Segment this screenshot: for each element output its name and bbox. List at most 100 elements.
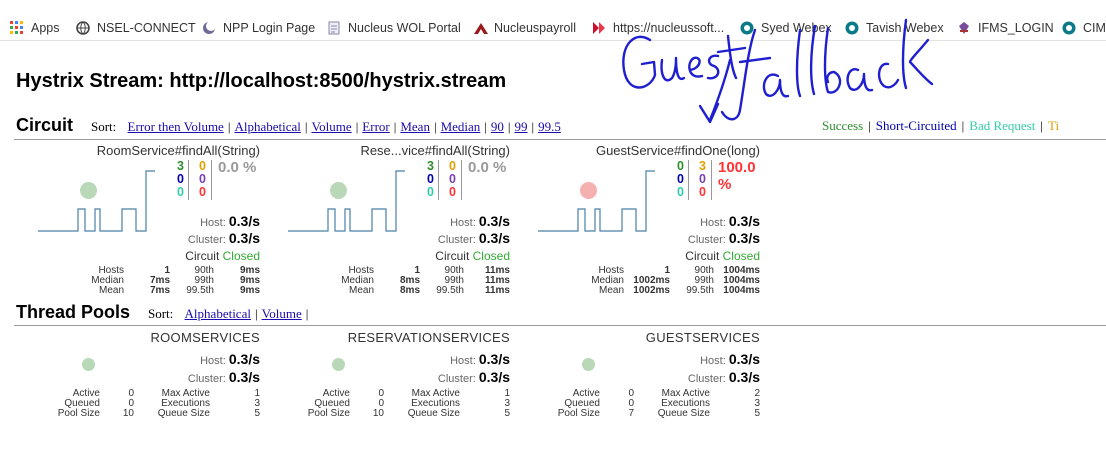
stat-value: 5 <box>504 408 510 419</box>
stat-value: 8ms <box>399 285 420 296</box>
sort-separator: | <box>393 119 397 134</box>
bookmark-nucleus-wol[interactable]: Nucleus WOL Portal <box>327 18 461 38</box>
host-label: Host: <box>700 217 726 229</box>
column-divider <box>188 160 189 200</box>
bookmark-label: Nucleuspayroll <box>494 21 576 35</box>
bookmark-ifms-login[interactable]: IFMS_LOGIN <box>957 18 1054 38</box>
count-value: 0 <box>427 185 434 199</box>
sort-separator: | <box>227 119 231 134</box>
legend-separator: | <box>961 118 965 133</box>
volume-sparkline <box>38 170 155 232</box>
bookmark-apps[interactable]: Apps <box>10 18 60 38</box>
stat-label: Mean <box>598 285 624 296</box>
bookmark-npp-login[interactable]: NPP Login Page <box>202 18 315 38</box>
cluster-rate-value: 0.3/s <box>228 230 260 246</box>
sort-separator: | <box>484 119 487 134</box>
cluster-label: Cluster: <box>187 373 226 385</box>
legend-item: Bad Request <box>969 118 1036 133</box>
host-rate: Host: 0.3/s <box>700 213 760 229</box>
peak-logo-icon <box>473 21 488 35</box>
bookmark-label: NSEL-CONNECT <box>97 21 196 35</box>
cluster-rate-value: 0.3/s <box>478 369 510 385</box>
cluster-label: Cluster: <box>437 234 476 246</box>
stat-label: Queue Size <box>157 408 210 419</box>
circuit-name: Rese...vice#findAll(String) <box>360 143 510 158</box>
pool-labels-right: Max Active Executions Queue Size <box>400 389 460 419</box>
stats-labels-left: Hosts Median Mean <box>320 266 374 296</box>
sort-link[interactable]: Median <box>441 119 481 134</box>
success-count-column: 300 <box>170 160 184 199</box>
pool-labels-left: Active Queued Pool Size <box>50 389 100 419</box>
bookmark-cim[interactable]: CIM <box>1062 18 1106 38</box>
sort-separator: | <box>433 119 437 134</box>
host-rate: Host: 0.3/s <box>700 351 760 367</box>
column-divider <box>461 160 462 200</box>
sort-link[interactable]: Volume <box>262 306 302 321</box>
sort-separator: | <box>507 119 511 134</box>
thread-pool-name: GUESTSERVICES <box>645 330 760 345</box>
sort-link[interactable]: Error then Volume <box>128 119 224 134</box>
stats-labels-left: Hosts Median Mean <box>70 266 124 296</box>
sort-link[interactable]: Volume <box>311 119 351 134</box>
stat-label: Mean <box>98 285 124 296</box>
circuit-status: Circuit Closed <box>185 249 260 263</box>
circuit-state: Closed <box>722 249 760 263</box>
host-rate: Host: 0.3/s <box>200 351 260 367</box>
sort-link[interactable]: Alphabetical <box>185 306 251 321</box>
thread-pool-card: RESERVATIONSERVICES Host: 0.3/s Cluster: 0… <box>260 330 510 425</box>
stat-value: 9ms <box>239 285 260 296</box>
column-divider <box>438 160 439 200</box>
circuit-label: Circuit <box>185 249 220 263</box>
cluster-label: Cluster: <box>687 373 726 385</box>
host-rate-value: 0.3/s <box>478 213 510 229</box>
sort-link[interactable]: Alphabetical <box>234 119 300 134</box>
thread-pools-divider <box>14 325 1106 326</box>
stats-values-right: 9ms 9ms 9ms <box>216 266 260 296</box>
bookmark-label: NPP Login Page <box>223 21 316 35</box>
sparkline-path <box>288 170 405 232</box>
count-value: 0 <box>199 185 206 199</box>
cluster-rate: Cluster: 0.3/s <box>188 230 260 246</box>
circuit-card: Rese...vice#findAll(String) 3 0 0 0 0 0 0.0 % Ho… <box>260 143 510 303</box>
sort-separator: | <box>531 119 535 134</box>
cluster-rate: Cluster: 0.3/s <box>188 369 260 385</box>
pool-health-dot <box>332 358 345 371</box>
thread-pool-name: ROOMSERVICES <box>150 330 260 345</box>
stat-label: Pool Size <box>57 408 100 419</box>
pool-health-dot <box>82 358 95 371</box>
bookmarks-bar: Apps NSEL-CONNECT NPP Login Page Nucleus… <box>0 0 1106 41</box>
cluster-rate: Cluster: 0.3/s <box>438 230 510 246</box>
sort-separator: | <box>355 119 359 134</box>
page-title: Hystrix Stream: http://localhost:8500/hy… <box>16 70 507 92</box>
host-rate-value: 0.3/s <box>228 213 260 229</box>
volume-sparkline <box>538 170 655 232</box>
host-label: Host: <box>450 217 476 229</box>
apps-grid-icon <box>10 21 24 35</box>
stat-label: 99.5th <box>436 285 464 296</box>
sort-link[interactable]: 99.5 <box>538 119 561 134</box>
stat-label: Mean <box>348 285 374 296</box>
circuit-health-dot <box>580 182 597 199</box>
sort-link[interactable]: 90 <box>491 119 504 134</box>
webex-icon <box>1062 21 1076 35</box>
bookmark-nucleuspayroll[interactable]: Nucleuspayroll <box>473 18 576 38</box>
column-divider <box>711 160 712 200</box>
pool-labels-left: Active Queued Pool Size <box>550 389 600 419</box>
sort-separator: | <box>304 119 308 134</box>
circuit-name: RoomService#findAll(String) <box>96 143 260 158</box>
failure-count-column: 000 <box>442 160 456 199</box>
sort-link[interactable]: Error <box>362 119 389 134</box>
sort-link[interactable]: Mean <box>400 119 430 134</box>
bookmark-label: IFMS_LOGIN <box>978 21 1054 35</box>
circuit-state: Closed <box>472 249 510 263</box>
host-label: Host: <box>200 217 226 229</box>
host-rate-value: 0.3/s <box>728 213 760 229</box>
host-label: Host: <box>200 355 226 367</box>
bookmark-nsel-connect[interactable]: NSEL-CONNECT <box>76 18 196 38</box>
sparkline-path <box>538 170 655 232</box>
sort-link[interactable]: 99 <box>515 119 528 134</box>
stat-label: Pool Size <box>557 408 600 419</box>
thread-pools-sort-bar: Sort: Alphabetical | Volume | <box>148 306 308 322</box>
cluster-rate-value: 0.3/s <box>728 230 760 246</box>
stat-value: 11ms <box>484 285 510 296</box>
